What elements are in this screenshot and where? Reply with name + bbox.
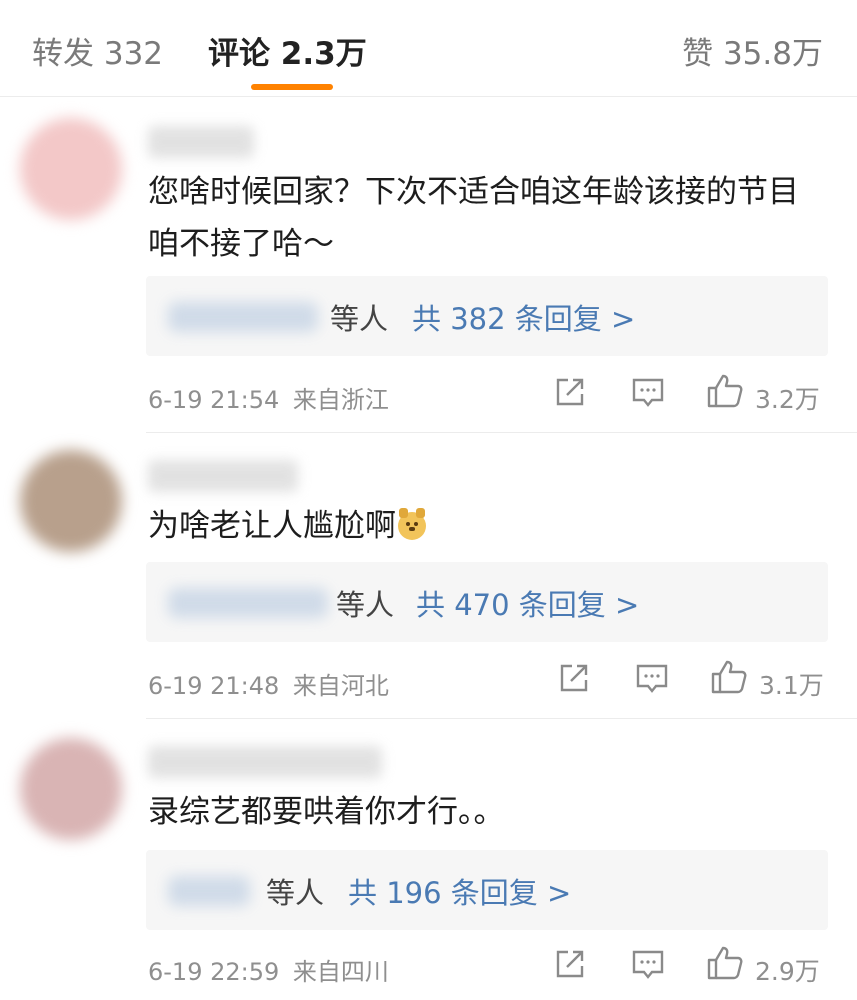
reply-summary[interactable]: 等人 共 382 条回复 > bbox=[146, 276, 828, 356]
comment-text: 您啥时候回家？下次不适合咱这年龄该接的节目咱不接了哈～ bbox=[148, 174, 799, 262]
comment-icon[interactable] bbox=[634, 660, 670, 700]
reply-who-label: 等人 bbox=[266, 876, 325, 910]
like-count: 2.9万 bbox=[755, 957, 820, 986]
comment-icon[interactable] bbox=[630, 374, 666, 414]
doge-emoji-icon bbox=[398, 508, 426, 540]
thumbs-up-icon[interactable] bbox=[706, 372, 744, 412]
avatar[interactable] bbox=[20, 118, 122, 220]
comment-meta: 6-19 21:54 来自浙江 bbox=[148, 380, 389, 415]
share-icon[interactable] bbox=[552, 374, 588, 414]
tab-bar: 转发 332 评论 2.3万 赞 35.8万 bbox=[0, 0, 857, 97]
comment-meta: 6-19 22:59 来自四川 bbox=[148, 952, 389, 987]
reply-count-link[interactable]: 共 382 条回复 > bbox=[412, 296, 635, 338]
comment-location: 来自浙江 bbox=[292, 386, 389, 414]
comment-text: 录综艺都要哄着你才行。。 bbox=[148, 794, 505, 830]
tab-comments[interactable]: 评论 2.3万 bbox=[208, 28, 367, 73]
comment-time: 6-19 21:48 bbox=[148, 672, 280, 700]
username[interactable] bbox=[148, 126, 254, 158]
share-icon[interactable] bbox=[556, 660, 592, 700]
thumbs-up-icon[interactable] bbox=[706, 944, 744, 984]
comment-text-content: 为啥老让人尴尬啊 bbox=[148, 508, 396, 544]
reply-who-label: 等人 bbox=[336, 588, 395, 622]
username[interactable] bbox=[148, 460, 298, 492]
like-count: 3.2万 bbox=[755, 385, 820, 414]
like-count: 3.1万 bbox=[759, 671, 824, 700]
divider bbox=[146, 718, 857, 719]
reply-count-link[interactable]: 共 196 条回复 > bbox=[348, 870, 571, 912]
reply-summary[interactable]: 等人 共 196 条回复 > bbox=[146, 850, 828, 930]
replier-names bbox=[168, 302, 318, 332]
active-tab-indicator bbox=[251, 84, 333, 90]
divider bbox=[146, 432, 857, 433]
thumbs-up-icon[interactable] bbox=[710, 658, 748, 698]
comment-location: 来自四川 bbox=[292, 958, 389, 986]
comment-text: 为啥老让人尴尬啊 bbox=[148, 500, 808, 552]
username[interactable] bbox=[148, 746, 382, 778]
reply-who-label: 等人 bbox=[330, 302, 389, 336]
replier-names bbox=[168, 588, 328, 618]
tab-repost[interactable]: 转发 332 bbox=[32, 28, 163, 73]
comment-time: 6-19 21:54 bbox=[148, 386, 280, 414]
comment-icon[interactable] bbox=[630, 946, 666, 986]
comment-location: 来自河北 bbox=[292, 672, 389, 700]
avatar[interactable] bbox=[20, 738, 122, 840]
reply-summary[interactable]: 等人 共 470 条回复 > bbox=[146, 562, 828, 642]
replier-names bbox=[168, 876, 250, 906]
comment-meta: 6-19 21:48 来自河北 bbox=[148, 666, 389, 701]
tab-likes[interactable]: 赞 35.8万 bbox=[682, 28, 823, 73]
comment-time: 6-19 22:59 bbox=[148, 958, 280, 986]
avatar[interactable] bbox=[20, 450, 122, 552]
share-icon[interactable] bbox=[552, 946, 588, 986]
reply-count-link[interactable]: 共 470 条回复 > bbox=[416, 582, 639, 624]
